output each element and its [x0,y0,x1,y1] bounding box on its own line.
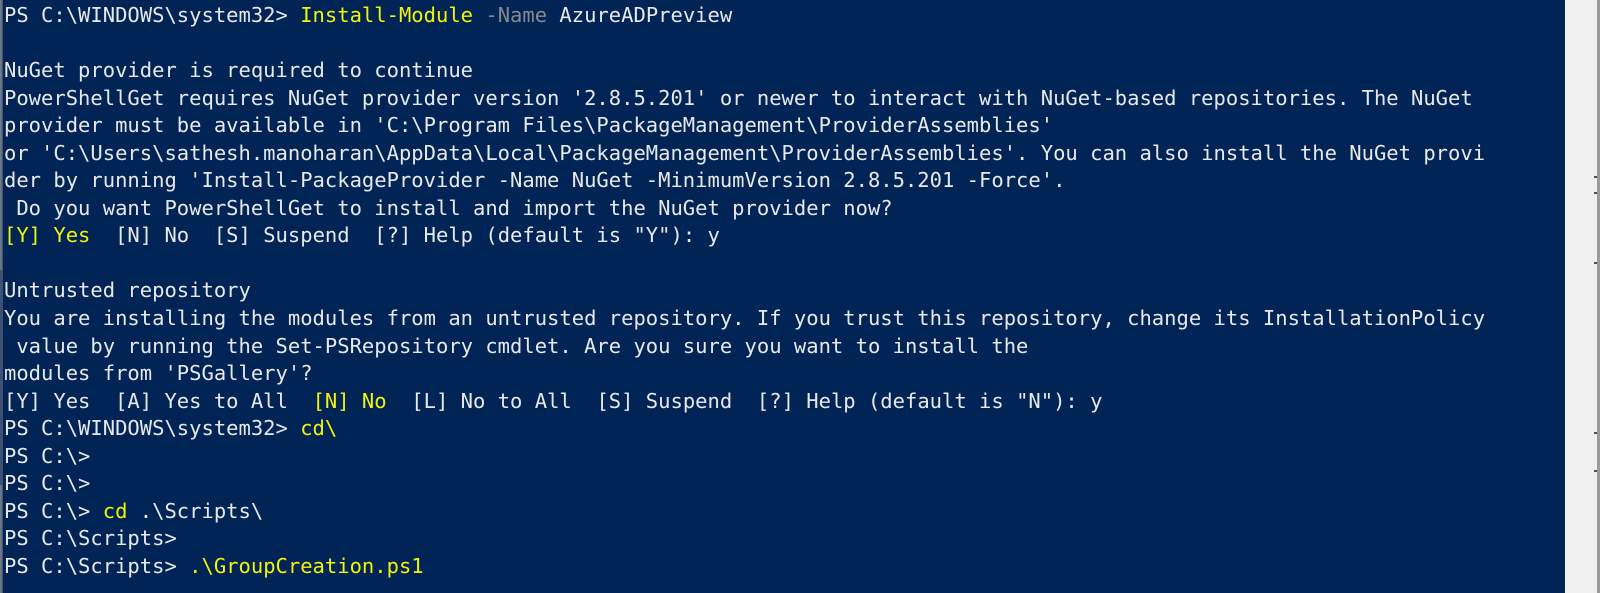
line-install-module-seg-4: AzureADPreview [547,3,733,27]
line-prompt-scripts-1-seg-0: PS C:\Scripts> [4,526,177,551]
line-untrusted-repo-title: Untrusted repository [4,277,1565,305]
line-provider-path-3-seg-0: der by running 'Install-PackageProvider … [4,168,1066,193]
line-prompt-untrusted: [Y] Yes [A] Yes to All [N] No [L] No to … [4,388,1565,416]
line-install-module: PS C:\WINDOWS\system32> Install-Module -… [4,2,1565,30]
line-psget-requires-seg-0: PowerShellGet requires NuGet provider ve… [4,85,1473,110]
line-cd-root-seg-0: PS C:\WINDOWS\system32> [4,416,301,441]
line-install-module-seg-2 [473,3,485,27]
line-prompt-untrusted-seg-1: [N] No [312,388,387,413]
line-untrusted-body-3-seg-0: modules from 'PSGallery'? [4,361,313,386]
line-prompt-nuget: [Y] Yes [N] No [S] Suspend [?] Help (def… [4,222,1565,250]
line-provider-path-1: provider must be available in 'C:\Progra… [4,112,1565,140]
line-prompt-nuget-seg-0: [Y] Yes [4,223,91,248]
line-do-you-want: Do you want PowerShellGet to install and… [4,195,1565,223]
line-untrusted-body-1: You are installing the modules from an u… [4,305,1565,333]
line-run-script-seg-0: PS C:\Scripts> [4,553,190,578]
line-install-module-seg-3: -Name [485,3,548,27]
line-run-script: PS C:\Scripts> .\GroupCreation.ps1 [4,553,1565,581]
line-provider-path-2: or 'C:\Users\sathesh.manoharan\AppData\L… [4,140,1565,168]
line-prompt-c-2: PS C:\> [4,470,1565,498]
line-prompt-c-1-seg-0: PS C:\> [4,443,91,468]
line-install-module-seg-1: Install-Module [300,3,474,27]
console-output-surface[interactable]: PS C:\WINDOWS\system32> Install-Module -… [0,0,1565,593]
console-text-buffer: PS C:\WINDOWS\system32> Install-Module -… [4,2,1565,580]
line-untrusted-repo-title-seg-0: Untrusted repository [4,278,251,303]
line-run-script-seg-1: .\GroupCreation.ps1 [189,553,424,578]
line-prompt-scripts-1: PS C:\Scripts> [4,525,1565,553]
line-nuget-required: NuGet provider is required to continue [4,57,1565,85]
line-untrusted-body-2-seg-0: value by running the Set-PSRepository cm… [4,333,1029,358]
line-psget-requires: PowerShellGet requires NuGet provider ve… [4,85,1565,113]
line-cd-root: PS C:\WINDOWS\system32> cd\ [4,415,1565,443]
left-scrollbar-sliver[interactable] [0,0,3,593]
line-cd-scripts-seg-0: PS C:\> [4,498,103,523]
line-provider-path-3: der by running 'Install-PackageProvider … [4,167,1565,195]
left-scrollbar-thumb[interactable] [0,270,3,485]
line-untrusted-body-3: modules from 'PSGallery'? [4,360,1565,388]
line-install-module-seg-0: PS C:\WINDOWS\system32> [4,3,301,27]
line-provider-path-2-seg-0: or 'C:\Users\sathesh.manoharan\AppData\L… [4,140,1486,165]
line-cd-scripts: PS C:\> cd .\Scripts\ [4,498,1565,526]
line-prompt-c-1: PS C:\> [4,443,1565,471]
line-untrusted-body-1-seg-0: You are installing the modules from an u… [4,306,1486,331]
powershell-console-window[interactable]: PS C:\WINDOWS\system32> Install-Module -… [0,0,1600,593]
line-prompt-c-2-seg-0: PS C:\> [4,471,91,496]
line-cd-root-seg-1: cd\ [300,416,338,441]
line-blank-1 [4,30,1565,58]
vertical-scrollbar[interactable] [1565,0,1598,593]
line-cd-scripts-seg-1: cd [102,498,128,523]
line-prompt-nuget-seg-1: [N] No [S] Suspend [?] Help (default is … [90,223,720,248]
line-prompt-untrusted-seg-0: [Y] Yes [A] Yes to All [4,388,313,413]
line-nuget-required-seg-0: NuGet provider is required to continue [4,58,473,83]
line-prompt-untrusted-seg-2: [L] No to All [S] Suspend [?] Help (defa… [386,388,1103,413]
line-blank-2 [4,250,1565,278]
line-untrusted-body-2: value by running the Set-PSRepository cm… [4,333,1565,361]
line-cd-scripts-seg-2: .\Scripts\ [127,498,264,523]
line-do-you-want-seg-0: Do you want PowerShellGet to install and… [4,195,893,220]
line-provider-path-1-seg-0: provider must be available in 'C:\Progra… [4,113,1054,138]
